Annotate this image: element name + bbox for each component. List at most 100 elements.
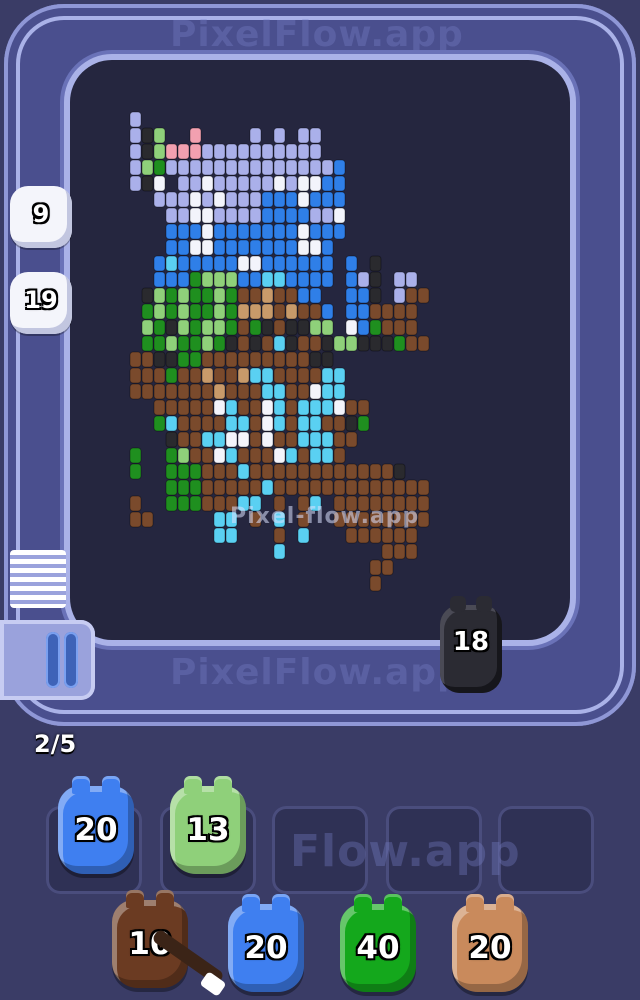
pixel-block bbox=[153, 303, 166, 320]
pixel-block bbox=[225, 383, 238, 400]
watermark-top: PixelFlow.app bbox=[170, 14, 464, 55]
pixel-block bbox=[225, 287, 238, 304]
pixel-block bbox=[405, 287, 418, 304]
queue-pig-tan[interactable]: 20 bbox=[452, 894, 528, 992]
pixel-block bbox=[129, 351, 142, 368]
pixel-block bbox=[273, 367, 286, 384]
pixel-block bbox=[249, 175, 262, 192]
pixel-block bbox=[129, 511, 142, 528]
queue-pig-count: 40 bbox=[356, 930, 400, 966]
pixel-block bbox=[225, 431, 238, 448]
pixel-block bbox=[345, 527, 358, 544]
pixel-block bbox=[141, 127, 154, 144]
pixel-block bbox=[333, 463, 346, 480]
pixel-block bbox=[249, 255, 262, 272]
pixel-block bbox=[225, 207, 238, 224]
shooter-pig[interactable]: 18 bbox=[440, 596, 502, 693]
pixel-block bbox=[213, 431, 226, 448]
pixel-block bbox=[225, 351, 238, 368]
pixel-block bbox=[177, 175, 190, 192]
pixel-block bbox=[297, 159, 310, 176]
pixel-block bbox=[261, 255, 274, 272]
pixel-block bbox=[261, 399, 274, 416]
pixel-block bbox=[297, 351, 310, 368]
queue-pig-green[interactable]: 40 bbox=[340, 894, 416, 992]
pixel-block bbox=[201, 239, 214, 256]
pixel-block bbox=[141, 367, 154, 384]
pixel-block bbox=[213, 271, 226, 288]
pixel-block bbox=[285, 255, 298, 272]
pixel-block bbox=[177, 447, 190, 464]
pixel-block bbox=[357, 399, 370, 416]
pixel-block bbox=[261, 351, 274, 368]
pixel-block bbox=[285, 287, 298, 304]
pixel-block bbox=[309, 335, 322, 352]
pixel-block bbox=[261, 479, 274, 496]
pixel-block bbox=[309, 175, 322, 192]
pixel-block bbox=[393, 543, 406, 560]
pixel-block bbox=[165, 463, 178, 480]
pixel-block bbox=[297, 223, 310, 240]
pixel-block bbox=[393, 303, 406, 320]
pixel-block bbox=[273, 319, 286, 336]
pixel-block bbox=[345, 479, 358, 496]
pixel-block bbox=[177, 303, 190, 320]
pixel-block bbox=[165, 287, 178, 304]
pixel-block bbox=[237, 175, 250, 192]
slot-pig-light-green[interactable]: 13 bbox=[170, 776, 246, 874]
pixel-block bbox=[261, 239, 274, 256]
pixel-block bbox=[129, 159, 142, 176]
pixel-block bbox=[357, 287, 370, 304]
pixel-block bbox=[201, 319, 214, 336]
pixel-block bbox=[249, 367, 262, 384]
pixel-block bbox=[405, 271, 418, 288]
pixel-block bbox=[309, 255, 322, 272]
slot-pig-count: 13 bbox=[186, 812, 230, 848]
pixel-block bbox=[237, 287, 250, 304]
pixel-block bbox=[189, 367, 202, 384]
pixel-block bbox=[309, 399, 322, 416]
pixel-block bbox=[237, 383, 250, 400]
pixel-block bbox=[309, 479, 322, 496]
pixel-block bbox=[177, 319, 190, 336]
pixel-block bbox=[273, 527, 286, 544]
pixel-block bbox=[177, 223, 190, 240]
pixel-art bbox=[129, 111, 430, 592]
pixel-block bbox=[321, 479, 334, 496]
pixel-block bbox=[225, 335, 238, 352]
pixel-block bbox=[177, 335, 190, 352]
pixel-block bbox=[165, 495, 178, 512]
pixel-block bbox=[285, 143, 298, 160]
pixel-block bbox=[417, 287, 430, 304]
pixel-block bbox=[165, 319, 178, 336]
pixel-block bbox=[417, 495, 430, 512]
pixel-block bbox=[225, 463, 238, 480]
pixel-block bbox=[285, 319, 298, 336]
pixel-block bbox=[273, 447, 286, 464]
pixel-block bbox=[189, 431, 202, 448]
pixel-block bbox=[261, 271, 274, 288]
pixel-block bbox=[381, 303, 394, 320]
pixel-block bbox=[189, 223, 202, 240]
pixel-block bbox=[129, 111, 142, 128]
pixel-block bbox=[393, 479, 406, 496]
pixel-block bbox=[165, 383, 178, 400]
pixel-block bbox=[309, 447, 322, 464]
pixel-block bbox=[261, 207, 274, 224]
conveyor-pig-1[interactable]: 9 bbox=[10, 186, 72, 248]
pixel-block bbox=[285, 479, 298, 496]
pixel-block bbox=[201, 159, 214, 176]
slot-pig-blue[interactable]: 20 bbox=[58, 776, 134, 874]
pixel-block bbox=[417, 511, 430, 528]
pixel-block bbox=[321, 351, 334, 368]
pixel-block bbox=[369, 287, 382, 304]
pixel-block bbox=[345, 303, 358, 320]
pixel-block bbox=[309, 223, 322, 240]
conveyor-pig-2[interactable]: 19 bbox=[10, 272, 72, 334]
watermark-bottom: PixelFlow.app bbox=[170, 652, 464, 693]
pixel-block bbox=[297, 415, 310, 432]
pixel-block bbox=[321, 175, 334, 192]
pixel-block bbox=[153, 271, 166, 288]
pixel-block bbox=[357, 479, 370, 496]
queue-pig-blue[interactable]: 20 bbox=[228, 894, 304, 992]
